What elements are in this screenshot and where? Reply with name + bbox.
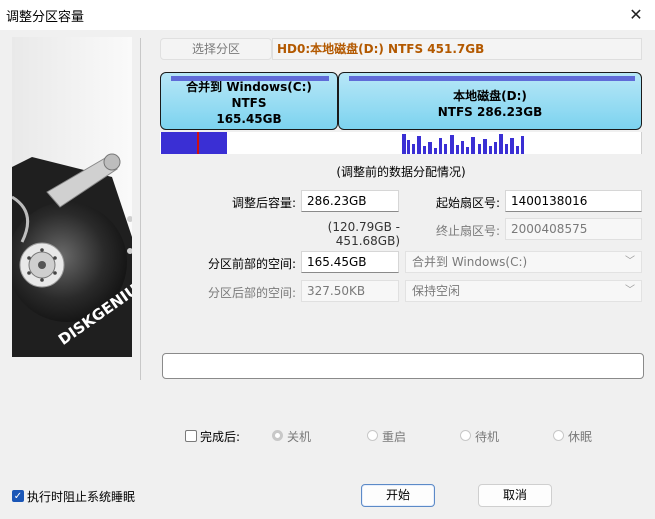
end-sector-input: 2000408575 — [505, 218, 642, 240]
radio-restart-label: 重启 — [382, 430, 407, 444]
radio-shutdown — [272, 430, 283, 441]
start-button[interactable]: 开始 — [361, 484, 435, 507]
space-after-label: 分区后部的空间: — [207, 286, 296, 300]
diskgenius-logo: DISKGENIUS — [7, 37, 151, 357]
prevent-sleep-label: 执行时阻止系统睡眠 — [27, 490, 136, 504]
space-before-label: 分区前部的空间: — [207, 257, 296, 271]
disk-info: HD0:本地磁盘(D:) NTFS 451.7GB — [272, 38, 642, 60]
cancel-button[interactable]: 取消 — [478, 484, 552, 507]
prevent-sleep-checkbox[interactable]: ✓ — [12, 490, 24, 502]
chevron-down-icon: ﹀ — [625, 285, 635, 296]
partition-d[interactable]: 本地磁盘(D:) NTFS 286.23GB — [338, 72, 642, 130]
partition-c-name: 合并到 Windows(C:) — [186, 80, 312, 94]
partition-d-usage-bar — [349, 76, 635, 81]
title-bar — [0, 0, 655, 30]
partition-c-usage-bar — [171, 76, 329, 81]
end-sector-label: 终止扇区号: — [435, 224, 500, 238]
start-sector-input[interactable]: 1400138016 — [505, 190, 642, 212]
new-size-input[interactable]: 286.23GB — [301, 190, 399, 212]
partition-d-name: 本地磁盘(D:) — [453, 89, 527, 103]
after-completion-checkbox[interactable] — [185, 430, 197, 442]
radio-restart — [367, 430, 378, 441]
radio-standby-label: 待机 — [475, 430, 500, 444]
new-size-label: 调整后容量: — [231, 196, 296, 210]
distribution-caption: (调整前的数据分配情况) — [336, 165, 466, 179]
progress-bar — [162, 353, 644, 379]
partition-c[interactable]: 合并到 Windows(C:) NTFS 165.45GB — [160, 72, 338, 130]
data-distribution-graph — [161, 132, 524, 154]
left-panel-divider — [140, 38, 141, 380]
select-partition-button[interactable]: 选择分区 — [160, 38, 272, 60]
close-icon[interactable]: ✕ — [625, 5, 647, 25]
space-after-input: 327.50KB — [301, 280, 399, 302]
space-before-input[interactable]: 165.45GB — [301, 251, 399, 273]
after-completion-label: 完成后: — [200, 430, 241, 444]
partition-c-size: 165.45GB — [216, 112, 282, 126]
space-after-dropdown: 保持空闲 ﹀ — [405, 280, 642, 302]
radio-shutdown-label: 关机 — [287, 430, 312, 444]
data-distribution-map — [160, 132, 642, 154]
space-before-dropdown[interactable]: 合并到 Windows(C:) ﹀ — [405, 251, 642, 273]
partition-d-fs: NTFS 286.23GB — [437, 105, 543, 119]
radio-hibernate — [553, 430, 564, 441]
start-sector-label: 起始扇区号: — [435, 196, 500, 210]
radio-standby — [460, 430, 471, 441]
window-title: 调整分区容量 — [6, 10, 85, 25]
space-after-dropdown-value: 保持空闲 — [412, 284, 461, 298]
checkmark-icon: ✓ — [13, 491, 23, 502]
size-range: (120.79GB - 451.68GB) — [327, 220, 400, 248]
partition-c-fs: NTFS — [231, 96, 267, 110]
hard-disk-icon: DISKGENIUS — [7, 37, 151, 357]
partition-map: 合并到 Windows(C:) NTFS 165.45GB 本地磁盘(D:) N… — [160, 72, 642, 130]
radio-hibernate-label: 休眠 — [568, 430, 593, 444]
space-before-dropdown-value: 合并到 Windows(C:) — [412, 255, 528, 269]
chevron-down-icon: ﹀ — [625, 256, 635, 267]
